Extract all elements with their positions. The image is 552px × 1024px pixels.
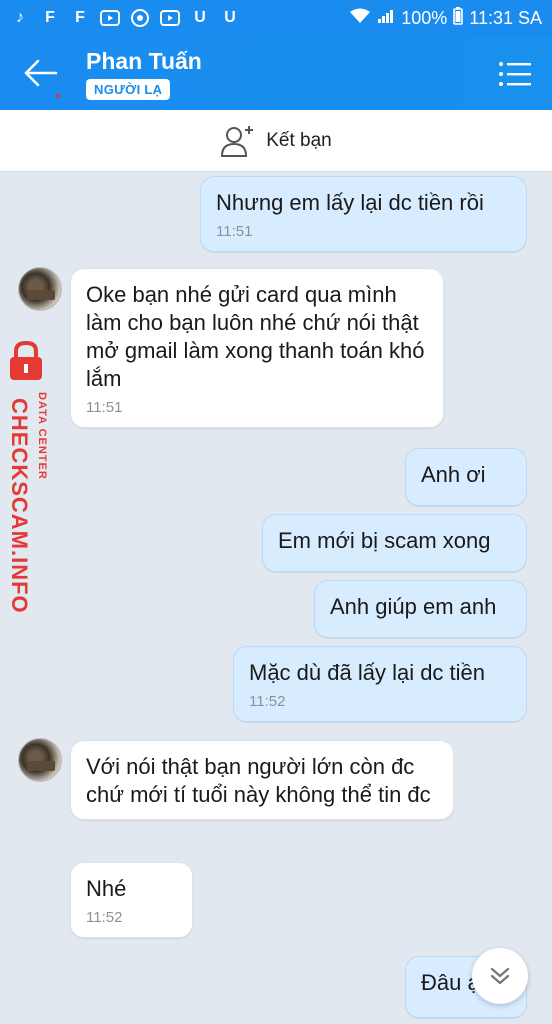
avatar[interactable] [18, 738, 62, 782]
lock-icon [10, 340, 42, 380]
notification-icons: ♪ F F U U [10, 8, 240, 28]
back-button[interactable] [22, 56, 62, 90]
message-text: Nhưng em lấy lại dc tiền rồi [216, 190, 484, 215]
message-text: Mặc dù đã lấy lại dc tiền [249, 660, 486, 685]
add-friend-icon [221, 125, 254, 157]
avatar[interactable] [18, 267, 62, 311]
menu-button[interactable] [498, 60, 532, 88]
message-text: Anh giúp em anh [330, 594, 497, 619]
watermark-sub: DATA CENTER [36, 392, 48, 480]
chrome-icon [130, 8, 150, 28]
contact-name[interactable]: Phan Tuấn [86, 48, 202, 75]
u-icon: U [224, 9, 236, 26]
f-icon: F [45, 9, 55, 26]
message-text: Với nói thật bạn người lớn còn đc chứ mớ… [86, 754, 431, 807]
back-arrow-icon [24, 59, 58, 87]
message-text: Nhé [86, 876, 127, 901]
unread-dot [56, 94, 60, 98]
message-time: 11:51 [216, 223, 253, 240]
message-bubble-out[interactable]: Em mới bị scam xong [262, 514, 527, 572]
wifi-icon [349, 8, 371, 29]
add-friend-bar[interactable]: Kết bạn [0, 110, 552, 172]
chat-header: Phan Tuấn NGƯỜI LẠ [0, 36, 552, 110]
stranger-badge: NGƯỜI LẠ [86, 79, 171, 100]
add-friend-label: Kết bạn [266, 129, 332, 151]
message-time: 11:52 [86, 909, 123, 926]
message-bubble-out[interactable]: Anh ơi [405, 448, 527, 506]
message-text: Đâu ạ [421, 970, 480, 995]
signal-icon [377, 8, 395, 29]
tiktok-icon: ♪ [16, 9, 24, 26]
double-chevron-down-icon [490, 967, 510, 985]
scroll-to-bottom-button[interactable] [472, 948, 528, 1004]
message-text: Anh ơi [421, 462, 486, 487]
message-bubble-out[interactable]: Anh giúp em anh [314, 580, 527, 638]
status-bar: ♪ F F U U 100% 11:31 SA [0, 0, 552, 36]
message-time: 11:51 [86, 399, 123, 416]
youtube-icon [100, 8, 120, 28]
watermark-brand: CHECKSCAM.INFO [7, 398, 32, 614]
f-icon: F [75, 9, 85, 26]
message-bubble-in[interactable]: Oke bạn nhé gửi card qua mình làm cho bạ… [70, 268, 444, 428]
message-bubble-in[interactable]: Với nói thật bạn người lớn còn đc chứ mớ… [70, 740, 454, 820]
message-text: Oke bạn nhé gửi card qua mình làm cho bạ… [86, 282, 425, 391]
chat-area[interactable]: Nhưng em lấy lại dc tiền rồi 11:51 Oke b… [0, 172, 552, 1024]
u-icon: U [194, 9, 206, 26]
youtube-icon [160, 8, 180, 28]
clock: 11:31 SA [469, 7, 542, 28]
message-bubble-out[interactable]: Mặc dù đã lấy lại dc tiền 11:52 [233, 646, 527, 722]
message-bubble-out[interactable]: Nhưng em lấy lại dc tiền rồi 11:51 [200, 176, 527, 252]
battery-icon [453, 6, 464, 30]
message-text: Em mới bị scam xong [278, 528, 491, 553]
list-menu-icon [499, 62, 531, 86]
watermark: CHECKSCAM.INFO DATA CENTER [0, 340, 60, 614]
battery-percent: 100% [401, 7, 448, 28]
message-time: 11:52 [249, 693, 286, 710]
status-right: 100% 11:31 SA [349, 6, 542, 30]
message-bubble-in[interactable]: Nhé 11:52 [70, 862, 193, 938]
